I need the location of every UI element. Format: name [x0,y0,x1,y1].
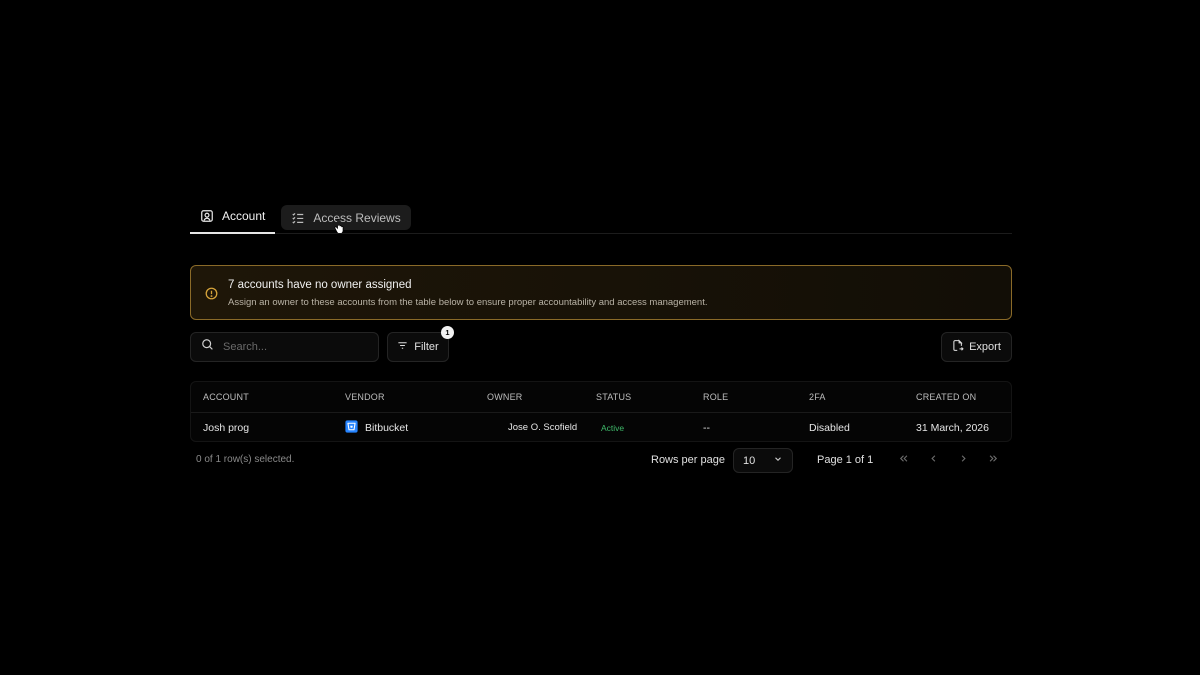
filter-count-badge: 1 [441,326,454,339]
table-row[interactable]: Josh prog Bitbucket Jose O. Scofield Act… [191,413,1011,442]
filter-label: Filter [414,341,439,353]
search-input[interactable] [223,341,363,353]
column-header-status[interactable]: STATUS [596,382,631,412]
cell-role: -- [703,421,710,434]
column-header-created-on[interactable]: CREATED ON [916,382,976,412]
first-page-button[interactable] [892,449,914,471]
tab-bar: Account Access Reviews [190,203,1012,234]
user-square-icon [200,209,214,223]
previous-page-button[interactable] [922,449,944,471]
search-icon [201,338,214,356]
alert-title: 7 accounts have no owner assigned [228,279,412,291]
bitbucket-icon [345,419,358,436]
vendor-name: Bitbucket [365,421,409,434]
selected-rows-count: 0 of 1 row(s) selected. [196,454,295,465]
cell-account: Josh prog [203,421,250,434]
alert-description: Assign an owner to these accounts from t… [228,297,708,308]
no-owner-alert: 7 accounts have no owner assigned Assign… [190,265,1012,320]
last-page-button[interactable] [982,449,1004,471]
table-header: ACCOUNT VENDOR OWNER STATUS ROLE 2FA CRE… [191,382,1011,413]
tab-access-reviews-label: Access Reviews [313,210,401,225]
tab-account[interactable]: Account [190,203,276,234]
cell-vendor: Bitbucket [345,413,408,442]
chevrons-right-icon [988,451,999,469]
cell-owner[interactable]: Jose O. Scofield [508,413,577,442]
alert-circle-icon [205,287,218,305]
list-checks-icon [291,211,305,225]
file-export-icon [952,339,964,355]
tab-access-reviews[interactable]: Access Reviews [281,205,411,230]
chevron-right-icon [958,451,969,469]
cell-2fa: Disabled [809,421,850,434]
column-header-role[interactable]: ROLE [703,382,728,412]
rows-per-page-label: Rows per page [651,454,725,466]
filter-lines-icon [397,340,408,354]
hand-cursor-icon [334,218,346,238]
export-button[interactable]: Export [941,332,1012,362]
export-label: Export [969,341,1001,353]
tab-account-label: Account [222,208,266,223]
column-header-2fa[interactable]: 2FA [809,382,826,412]
rows-per-page-value: 10 [743,454,756,467]
next-page-button[interactable] [952,449,974,471]
status-badge: Active [601,413,624,442]
chevron-left-icon [928,451,939,469]
cell-created-on: 31 March, 2026 [916,421,989,434]
accounts-table: ACCOUNT VENDOR OWNER STATUS ROLE 2FA CRE… [190,381,1012,442]
rows-per-page-select[interactable]: 10 [733,448,793,473]
column-header-owner[interactable]: OWNER [487,382,523,412]
chevrons-left-icon [898,451,909,469]
chevron-down-icon [773,454,783,467]
search-box[interactable] [190,332,379,362]
column-header-vendor[interactable]: VENDOR [345,382,385,412]
column-header-account[interactable]: ACCOUNT [203,382,249,412]
page-indicator: Page 1 of 1 [817,454,874,466]
filter-button[interactable]: Filter [387,332,449,362]
status-text: Active [601,422,625,433]
app-root: Account Access Reviews 7 accounts have n… [0,0,1200,675]
alert-text: 7 accounts have no owner assigned Assign… [228,279,708,308]
